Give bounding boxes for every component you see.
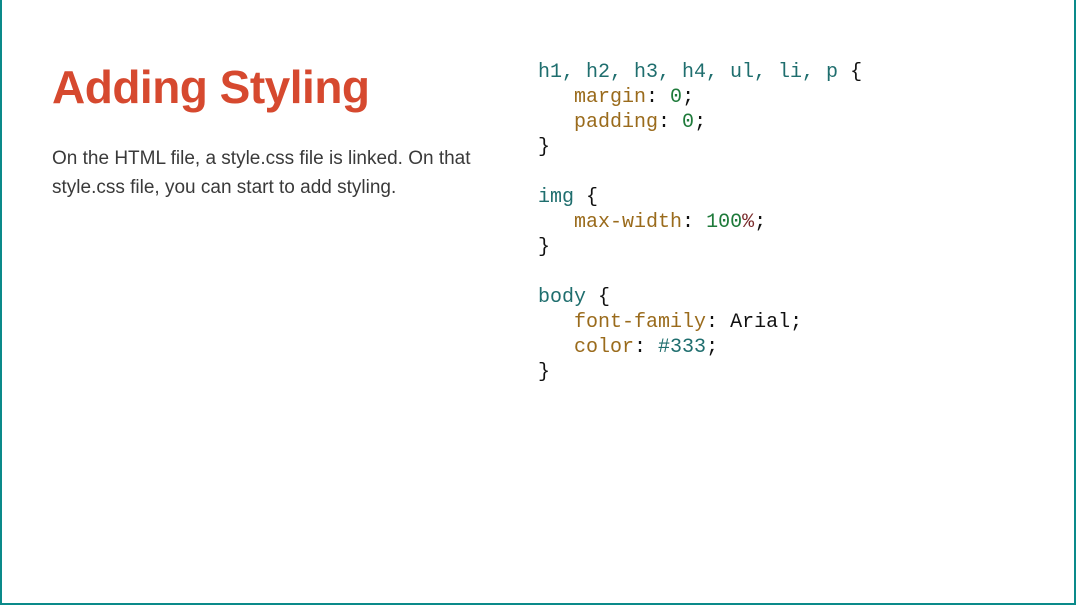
code-value: #333 [658,336,706,359]
code-property: padding [574,111,658,134]
code-selector: img [538,186,574,209]
code-semicolon: ; [682,86,694,109]
code-brace-open: { [574,186,598,209]
code-property: font-family [574,311,706,334]
code-selector: body [538,286,586,309]
code-block: h1, h2, h3, h4, ul, li, p { margin: 0; p… [538,60,1044,385]
code-value: Arial [730,311,790,334]
code-indent [538,336,574,359]
code-indent [538,86,574,109]
code-indent [538,211,574,234]
code-semicolon: ; [694,111,706,134]
code-unit: % [742,211,754,234]
code-colon: : [646,86,670,109]
left-column: Adding Styling On the HTML file, a style… [2,0,538,603]
code-colon: : [682,211,706,234]
slide-heading: Adding Styling [52,60,508,114]
code-selector: h1, h2, h3, h4, ul, li, p [538,61,838,84]
code-colon: : [658,111,682,134]
code-brace-close: } [538,236,550,259]
code-property: margin [574,86,646,109]
code-brace-close: } [538,136,550,159]
code-indent [538,311,574,334]
code-semicolon: ; [790,311,802,334]
right-column: h1, h2, h3, h4, ul, li, p { margin: 0; p… [538,0,1074,603]
code-colon: : [634,336,658,359]
code-brace-open: { [838,61,862,84]
code-value: 0 [682,111,694,134]
code-property: max-width [574,211,682,234]
code-brace-open: { [586,286,610,309]
slide: Adding Styling On the HTML file, a style… [2,0,1074,603]
code-indent [538,111,574,134]
slide-description: On the HTML file, a style.css file is li… [52,144,472,203]
code-property: color [574,336,634,359]
code-brace-close: } [538,361,550,384]
code-colon: : [706,311,730,334]
code-value: 0 [670,86,682,109]
code-semicolon: ; [706,336,718,359]
code-value: 100 [706,211,742,234]
code-semicolon: ; [754,211,766,234]
